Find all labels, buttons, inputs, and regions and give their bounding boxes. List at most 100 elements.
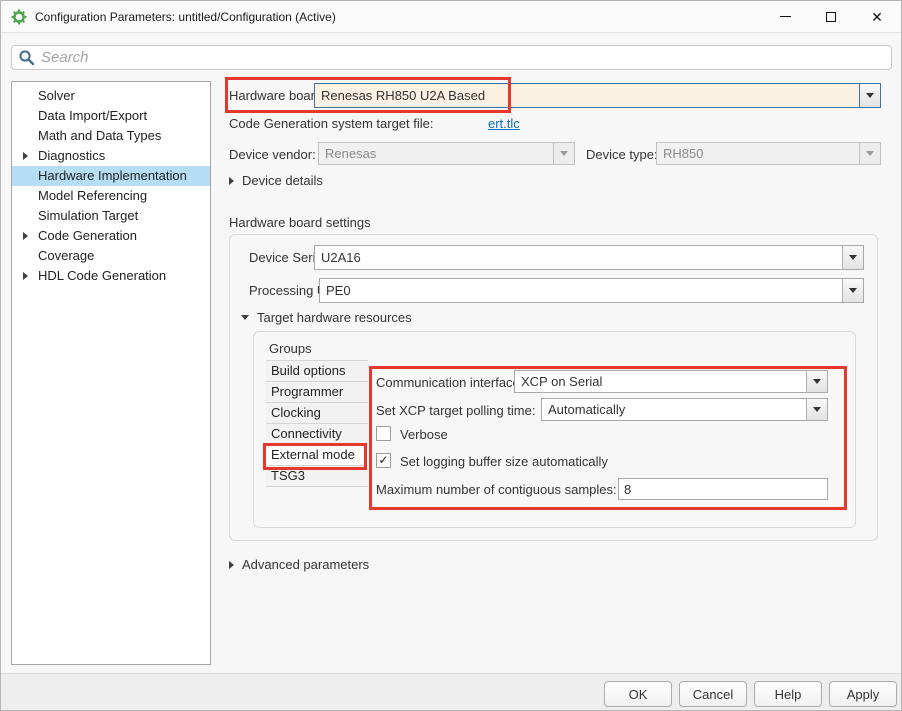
device-type-dropdown: RH850 (656, 142, 881, 165)
help-button[interactable]: Help (754, 681, 822, 707)
advanced-parameters-expander[interactable]: Advanced parameters (229, 557, 369, 572)
sidebar-item-label: Diagnostics (38, 148, 105, 163)
processing-unit-dropdown[interactable]: PE0 (319, 278, 864, 303)
maximize-icon (826, 12, 836, 22)
sidebar-item-code-generation[interactable]: Code Generation (12, 226, 210, 246)
device-type-value: RH850 (657, 146, 859, 161)
footer-bar: OK Cancel Help Apply (1, 673, 901, 711)
sidebar-item-label: Simulation Target (38, 208, 138, 223)
xcp-polling-time-value: Automatically (542, 402, 806, 417)
cancel-button[interactable]: Cancel (679, 681, 747, 707)
group-item-tsg3[interactable]: TSG3 (266, 466, 368, 487)
search-input[interactable] (35, 49, 891, 66)
window-title: Configuration Parameters: untitled/Confi… (35, 1, 336, 33)
sidebar-item-solver[interactable]: Solver (12, 86, 210, 106)
hardware-board-label: Hardware board: (229, 88, 326, 103)
sidebar-item-label: Coverage (38, 248, 94, 263)
sidebar-item-label: Code Generation (38, 228, 137, 243)
xcp-polling-time-dropdown[interactable]: Automatically (541, 398, 828, 421)
sidebar-item-diagnostics[interactable]: Diagnostics (12, 146, 210, 166)
minimize-button[interactable] (769, 1, 801, 32)
device-vendor-value: Renesas (319, 146, 553, 161)
sidebar-item-math-and-data-types[interactable]: Math and Data Types (12, 126, 210, 146)
sidebar-item-data-import-export[interactable]: Data Import/Export (12, 106, 210, 126)
hardware-board-dropdown[interactable]: Renesas RH850 U2A Based (314, 83, 881, 108)
device-vendor-dropdown: Renesas (318, 142, 575, 165)
chevron-down-icon (866, 151, 874, 156)
dropdown-arrow-button[interactable] (859, 84, 880, 107)
group-item-programmer[interactable]: Programmer (266, 382, 368, 403)
maximize-button[interactable] (815, 1, 847, 32)
collapsed-arrow-icon[interactable] (23, 272, 28, 280)
search-bar (11, 45, 892, 70)
processing-unit-value: PE0 (320, 283, 842, 298)
sidebar-item-hdl-code-generation[interactable]: HDL Code Generation (12, 266, 210, 286)
hardware-board-settings-heading: Hardware board settings (229, 215, 371, 230)
device-type-label: Device type: (586, 147, 658, 162)
search-icon (18, 49, 35, 66)
communication-interface-label: Communication interface: (376, 375, 523, 390)
collapsed-arrow-icon (229, 177, 234, 185)
logging-buffer-label: Set logging buffer size automatically (400, 454, 608, 469)
hardware-board-value: Renesas RH850 U2A Based (315, 88, 859, 103)
advanced-parameters-label: Advanced parameters (242, 557, 369, 572)
chevron-down-icon (560, 151, 568, 156)
target-hardware-resources-expander[interactable]: Target hardware resources (241, 310, 412, 325)
sidebar-item-coverage[interactable]: Coverage (12, 246, 210, 266)
collapsed-arrow-icon[interactable] (23, 152, 28, 160)
configuration-parameters-window: Configuration Parameters: untitled/Confi… (0, 0, 902, 711)
expanded-arrow-icon (241, 315, 249, 320)
logging-buffer-checkbox[interactable]: ✓ (376, 453, 391, 468)
device-details-label: Device details (242, 173, 323, 188)
chevron-down-icon (813, 379, 821, 384)
sidebar-item-label: HDL Code Generation (38, 268, 166, 283)
communication-interface-dropdown[interactable]: XCP on Serial (514, 370, 828, 393)
group-item-clocking[interactable]: Clocking (266, 403, 368, 424)
sidebar-item-hardware-implementation[interactable]: Hardware Implementation (12, 166, 210, 186)
sidebar-item-label: Data Import/Export (38, 108, 147, 123)
chevron-down-icon (849, 255, 857, 260)
chevron-down-icon (866, 93, 874, 98)
config-tree-sidebar: Solver Data Import/Export Math and Data Ty… (11, 81, 211, 665)
sidebar-item-label: Math and Data Types (38, 128, 161, 143)
dropdown-arrow-button[interactable] (842, 246, 863, 269)
max-samples-label: Maximum number of contiguous samples: (376, 482, 617, 497)
groups-list: Build optionsProgrammerClockingConnectiv… (266, 360, 368, 487)
dropdown-arrow-button (553, 143, 574, 164)
device-details-expander[interactable]: Device details (229, 173, 323, 188)
dropdown-arrow-button[interactable] (842, 279, 863, 302)
dropdown-arrow-button (859, 143, 880, 164)
sidebar-item-label: Hardware Implementation (38, 168, 187, 183)
close-button[interactable]: ✕ (861, 1, 893, 32)
dropdown-arrow-button[interactable] (806, 399, 827, 420)
dropdown-arrow-button[interactable] (806, 371, 827, 392)
collapsed-arrow-icon (229, 561, 234, 569)
close-icon: ✕ (871, 10, 883, 24)
chevron-down-icon (849, 288, 857, 293)
collapsed-arrow-icon[interactable] (23, 232, 28, 240)
max-samples-input[interactable] (618, 478, 828, 500)
xcp-polling-time-label: Set XCP target polling time: (376, 403, 535, 418)
group-item-build-options[interactable]: Build options (266, 361, 368, 382)
group-item-external-mode[interactable]: External mode (266, 445, 368, 466)
ok-button[interactable]: OK (604, 681, 672, 707)
group-item-connectivity[interactable]: Connectivity (266, 424, 368, 445)
verbose-label: Verbose (400, 427, 448, 442)
communication-interface-value: XCP on Serial (515, 374, 806, 389)
simulink-config-gear-icon (11, 9, 27, 25)
target-hardware-resources-label: Target hardware resources (257, 310, 412, 325)
device-vendor-label: Device vendor: (229, 147, 316, 162)
sidebar-item-simulation-target[interactable]: Simulation Target (12, 206, 210, 226)
chevron-down-icon (813, 407, 821, 412)
device-series-dropdown[interactable]: U2A16 (314, 245, 864, 270)
apply-button[interactable]: Apply (829, 681, 897, 707)
sidebar-item-label: Solver (38, 88, 75, 103)
verbose-checkbox[interactable] (376, 426, 391, 441)
title-bar: Configuration Parameters: untitled/Confi… (1, 1, 901, 33)
sidebar-item-model-referencing[interactable]: Model Referencing (12, 186, 210, 206)
ert-tlc-link[interactable]: ert.tlc (488, 116, 520, 131)
sidebar-item-label: Model Referencing (38, 188, 147, 203)
device-series-value: U2A16 (315, 250, 842, 265)
code-gen-target-label: Code Generation system target file: (229, 116, 434, 131)
groups-label: Groups (269, 341, 312, 356)
